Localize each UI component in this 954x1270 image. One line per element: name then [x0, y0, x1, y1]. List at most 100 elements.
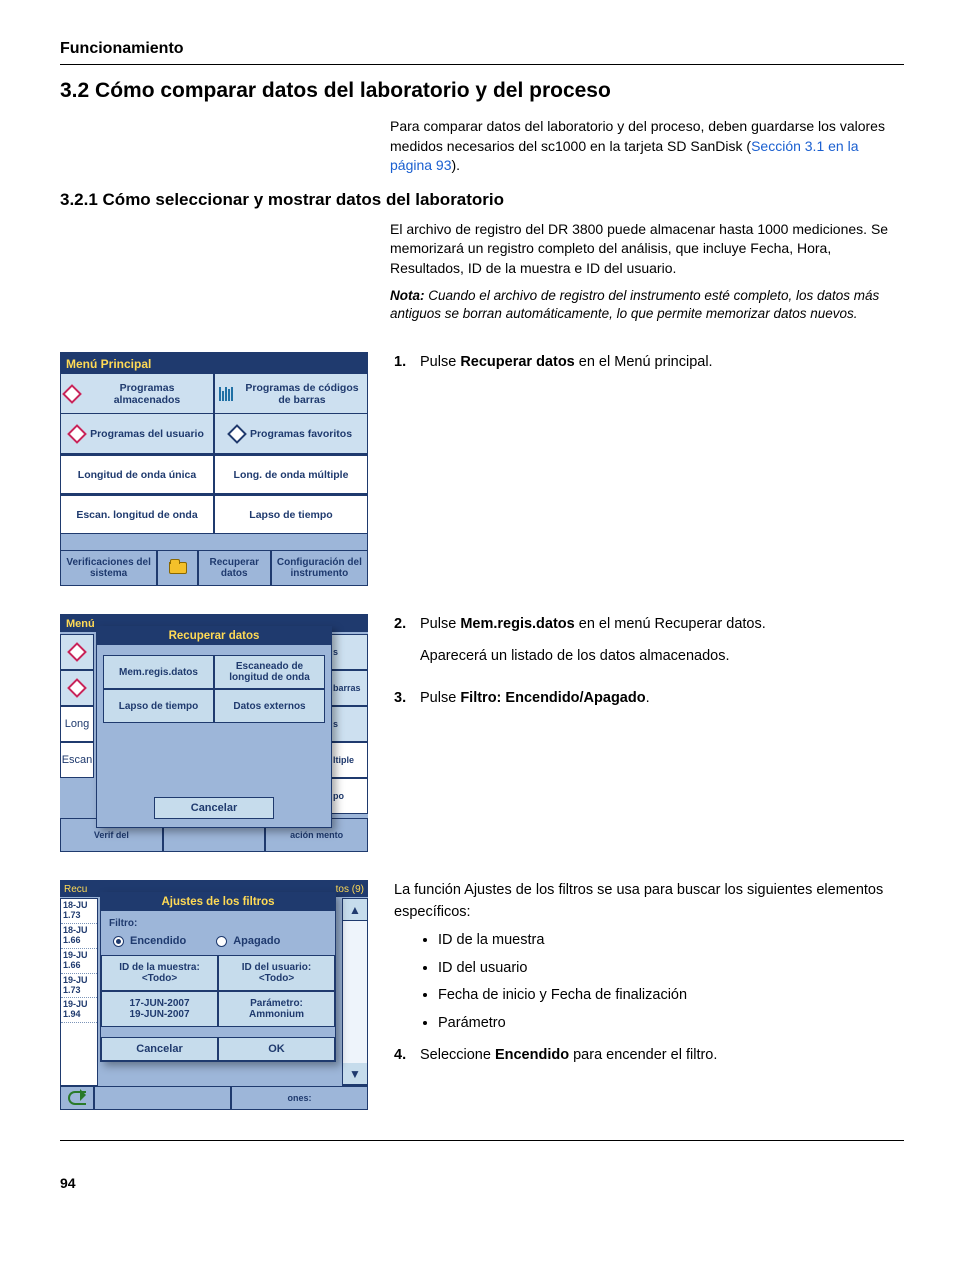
menu-user-programs[interactable]: Programas del usuario [60, 414, 214, 454]
scrollbar[interactable]: ▲ ▼ [342, 898, 368, 1086]
subsection-heading: 3.2.1 Cómo seleccionar y mostrar datos d… [60, 190, 904, 210]
screenshot-main-menu: Menú Principal Programas almacenados Pro… [60, 352, 368, 586]
recall-data-dialog: Recuperar datos Mem.regis.datos Escanead… [96, 626, 332, 828]
btn-sample-id[interactable]: ID de la muestra:<Todo> [101, 955, 218, 991]
value: <Todo> [142, 973, 177, 985]
list-item: 19-JU 1.94 [61, 998, 97, 1023]
running-head: Funcionamiento [60, 40, 904, 58]
bg-frag: s [330, 706, 368, 742]
step-number: 1. [394, 352, 420, 374]
radio-off[interactable]: Apagado [216, 935, 280, 947]
bg-frag: Long [60, 706, 94, 742]
bg-list: 18-JU 1.73 18-JU 1.66 19-JU 1.66 19-JU 1… [60, 898, 98, 1086]
dialog-title: Recuperar datos [97, 627, 331, 645]
list-item: 18-JU 1.73 [61, 899, 97, 924]
label: ID del usuario: [242, 962, 311, 974]
radio-on[interactable]: Encendido [113, 935, 186, 947]
step-1: 1. Pulse Recuperar datos en el Menú prin… [394, 352, 904, 374]
label: Apagado [233, 935, 280, 947]
rule-bottom [60, 1140, 904, 1141]
value: 17-JUN-2007 [129, 998, 189, 1010]
step-4: 4. Seleccione Encendido para encender el… [394, 1045, 904, 1067]
bg-frag: ltiple [330, 742, 368, 778]
footer-system-checks[interactable]: Verificaciones del sistema [60, 550, 157, 586]
btn-user-id[interactable]: ID del usuario:<Todo> [218, 955, 335, 991]
rule-top [60, 64, 904, 65]
btn-cancel[interactable]: Cancelar [101, 1037, 218, 1061]
menu-single-wavelength[interactable]: Longitud de onda única [60, 454, 214, 494]
diamond-icon [67, 424, 87, 444]
note-label: Nota: [390, 288, 425, 303]
intro-block: Para comparar datos del laboratorio y de… [390, 117, 904, 176]
scroll-down-icon[interactable]: ▼ [343, 1063, 367, 1085]
menu-favorites[interactable]: Programas favoritos [214, 414, 368, 454]
page-number: 94 [60, 1175, 904, 1191]
filter-settings-dialog: Ajustes de los filtros Filtro: Encendido… [100, 892, 336, 1062]
menu-time-course[interactable]: Lapso de tiempo [214, 494, 368, 534]
step-number: 3. [394, 688, 420, 710]
step-3: 3. Pulse Filtro: Encendido/Apagado. [394, 688, 904, 710]
diamond-icon [62, 384, 82, 404]
sub-paragraph: El archivo de registro del DR 3800 puede… [390, 220, 904, 279]
value: <Todo> [259, 973, 294, 985]
bg-frag: po [330, 778, 368, 814]
note: Nota: Cuando el archivo de registro del … [390, 287, 904, 325]
back-button[interactable] [60, 1086, 94, 1110]
barcode-icon [219, 387, 235, 401]
t: Pulse [420, 616, 460, 632]
t: para encender el filtro. [569, 1047, 717, 1063]
filters-lead: La función Ajustes de los filtros se usa… [394, 880, 904, 924]
back-arrow-icon [68, 1091, 86, 1105]
value: 19-JUN-2007 [129, 1009, 189, 1021]
bullet: Fecha de inicio y Fecha de finalización [438, 985, 904, 1007]
btn-wavelength-scan[interactable]: Escaneado de longitud de onda [214, 655, 325, 689]
t: Seleccione [420, 1047, 495, 1063]
footer-instrument-setup[interactable]: Configuración del instrumento [271, 550, 368, 586]
t: . [646, 690, 650, 706]
panel-title: Menú Principal [60, 354, 368, 374]
bg-frag [94, 1086, 231, 1110]
step-number: 2. [394, 614, 420, 678]
btn-cancel[interactable]: Cancelar [154, 797, 274, 819]
label: ID de la muestra: [119, 962, 200, 974]
list-item: 18-JU 1.66 [61, 924, 97, 949]
bg-frag: s [330, 634, 368, 670]
folder-icon [169, 562, 187, 574]
subsection-body: El archivo de registro del DR 3800 puede… [390, 220, 904, 325]
list-item: 19-JU 1.73 [61, 974, 97, 999]
label: Programas de códigos de barras [241, 382, 363, 406]
t: en el Menú principal. [575, 354, 713, 370]
t: Mem.regis.datos [460, 616, 574, 632]
menu-wavelength-scan[interactable]: Escan. longitud de onda [60, 494, 214, 534]
btn-data-log[interactable]: Mem.regis.datos [103, 655, 214, 689]
t: Recuperar datos [460, 354, 574, 370]
btn-ok[interactable]: OK [218, 1037, 335, 1061]
dialog-title: Ajustes de los filtros [101, 893, 335, 911]
menu-multi-wavelength[interactable]: Long. de onda múltiple [214, 454, 368, 494]
label: Parámetro: [250, 998, 303, 1010]
menu-barcode-programs[interactable]: Programas de códigos de barras [214, 374, 368, 414]
bg-frag: Escan [60, 742, 94, 778]
note-body: Cuando el archivo de registro del instru… [390, 288, 879, 322]
scroll-up-icon[interactable]: ▲ [343, 899, 367, 921]
label: Programas almacenados [85, 382, 209, 406]
btn-external-data[interactable]: Datos externos [214, 689, 325, 723]
menu-stored-programs[interactable]: Programas almacenados [60, 374, 214, 414]
btn-parameter[interactable]: Parámetro:Ammonium [218, 991, 335, 1027]
label: Programas del usuario [90, 428, 204, 440]
t: Pulse [420, 354, 460, 370]
t: Filtro: Encendido/Apagado [460, 690, 645, 706]
screenshot-filter-settings: Recutos (9) 18-JU 1.73 18-JU 1.66 19-JU … [60, 880, 368, 1110]
diamond-icon [67, 642, 87, 662]
intro-tail: ). [452, 157, 461, 173]
btn-time-course[interactable]: Lapso de tiempo [103, 689, 214, 723]
footer-recall-data[interactable]: Recuperar datos [198, 550, 271, 586]
filter-label: Filtro: [109, 918, 137, 929]
diamond-icon [227, 424, 247, 444]
t: Aparecerá un listado de los datos almace… [420, 646, 766, 668]
bullet: ID del usuario [438, 958, 904, 980]
value: Ammonium [249, 1009, 304, 1021]
btn-date-range[interactable]: 17-JUN-200719-JUN-2007 [101, 991, 218, 1027]
footer-folder[interactable] [157, 550, 198, 586]
bg-frag: barras [330, 670, 368, 706]
